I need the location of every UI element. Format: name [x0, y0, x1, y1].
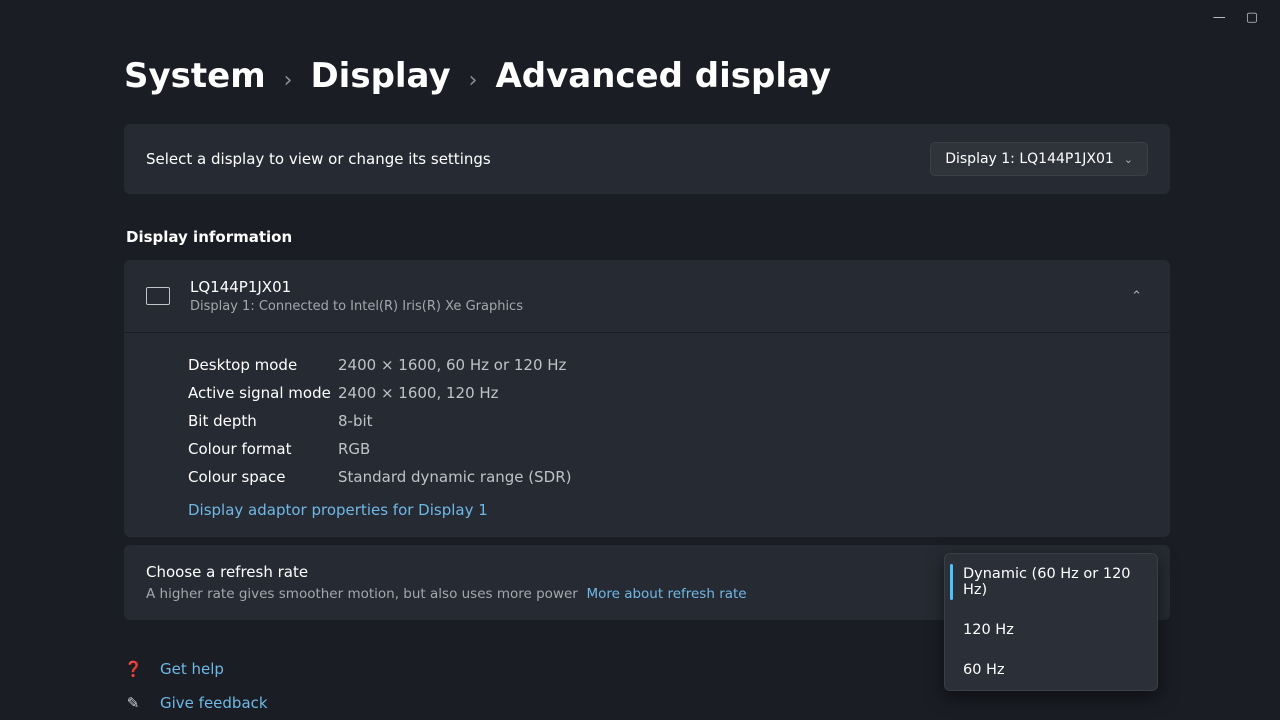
chevron-right-icon: ›: [284, 68, 293, 93]
crumb-system[interactable]: System: [124, 56, 266, 96]
minimize-button[interactable]: —: [1213, 10, 1226, 25]
maximize-button[interactable]: ▢: [1246, 10, 1258, 25]
chevron-right-icon: ›: [469, 68, 478, 93]
info-key: Active signal mode: [188, 384, 338, 402]
refresh-rate-option-60hz[interactable]: 60 Hz: [945, 650, 1157, 690]
refresh-rate-card: Choose a refresh rate A higher rate give…: [124, 545, 1170, 620]
info-key: Bit depth: [188, 412, 338, 430]
info-row: Colour format RGB: [188, 435, 1148, 463]
info-row: Colour space Standard dynamic range (SDR…: [188, 463, 1148, 491]
crumb-display[interactable]: Display: [310, 56, 450, 96]
display-model-name: LQ144P1JX01: [190, 278, 1111, 296]
refresh-rate-flyout: Dynamic (60 Hz or 120 Hz) 120 Hz 60 Hz: [944, 553, 1158, 691]
chevron-down-icon: ⌄: [1124, 153, 1133, 166]
info-row: Bit depth 8-bit: [188, 407, 1148, 435]
page-title: Advanced display: [495, 56, 831, 96]
refresh-rate-option-dynamic[interactable]: Dynamic (60 Hz or 120 Hz): [945, 554, 1157, 610]
display-selector-value: Display 1: LQ144P1JX01: [945, 151, 1114, 167]
info-value: Standard dynamic range (SDR): [338, 468, 571, 486]
display-selector-dropdown[interactable]: Display 1: LQ144P1JX01 ⌄: [930, 142, 1148, 176]
info-key: Colour format: [188, 440, 338, 458]
breadcrumb: System › Display › Advanced display: [124, 56, 1170, 96]
info-value: 2400 × 1600, 60 Hz or 120 Hz: [338, 356, 566, 374]
info-row: Active signal mode 2400 × 1600, 120 Hz: [188, 379, 1148, 407]
refresh-rate-option-120hz[interactable]: 120 Hz: [945, 610, 1157, 650]
display-information-heading: Display information: [126, 228, 1170, 246]
info-key: Desktop mode: [188, 356, 338, 374]
give-feedback-link[interactable]: ✎ Give feedback: [124, 686, 1170, 720]
display-info-card: LQ144P1JX01 Display 1: Connected to Inte…: [124, 260, 1170, 537]
monitor-icon: [146, 287, 170, 305]
info-value: RGB: [338, 440, 370, 458]
chevron-up-icon: ⌃: [1131, 289, 1142, 304]
select-display-label: Select a display to view or change its s…: [146, 150, 491, 168]
more-about-refresh-rate-link[interactable]: More about refresh rate: [586, 586, 746, 602]
info-row: Desktop mode 2400 × 1600, 60 Hz or 120 H…: [188, 351, 1148, 379]
help-icon: ❓: [124, 660, 142, 678]
display-connection-info: Display 1: Connected to Intel(R) Iris(R)…: [190, 299, 1111, 314]
info-value: 2400 × 1600, 120 Hz: [338, 384, 499, 402]
display-info-header[interactable]: LQ144P1JX01 Display 1: Connected to Inte…: [124, 260, 1170, 332]
display-info-body: Desktop mode 2400 × 1600, 60 Hz or 120 H…: [124, 332, 1170, 537]
feedback-icon: ✎: [124, 694, 142, 712]
select-display-card: Select a display to view or change its s…: [124, 124, 1170, 194]
display-adapter-properties-link[interactable]: Display adaptor properties for Display 1: [188, 501, 488, 519]
info-value: 8-bit: [338, 412, 373, 430]
info-key: Colour space: [188, 468, 338, 486]
